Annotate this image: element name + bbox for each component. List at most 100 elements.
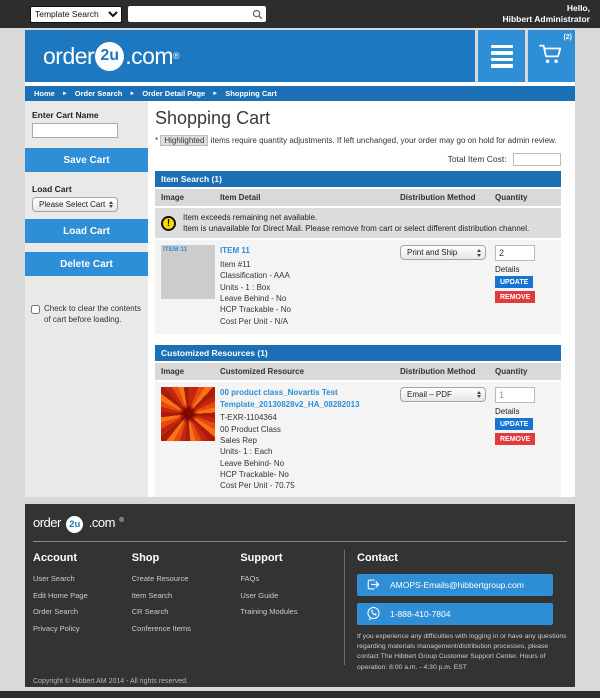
- site-header: order 2u .com ® (2): [25, 30, 575, 82]
- resource-update-button[interactable]: UPDATE: [495, 418, 533, 430]
- menu-button[interactable]: [478, 30, 525, 82]
- cart-count-badge: (2): [563, 34, 572, 41]
- item-detail-line: Units - 1 : Box: [220, 282, 400, 293]
- save-cart-button[interactable]: Save Cart: [25, 148, 148, 172]
- breadcrumb-order-search[interactable]: Order Search: [75, 89, 123, 98]
- logo-text-order: order: [43, 43, 94, 70]
- footer-link-edit-home-page[interactable]: Edit Home Page: [33, 591, 132, 600]
- footer-link-user-guide[interactable]: User Guide: [240, 591, 344, 600]
- footer-link-order-search[interactable]: Order Search: [33, 607, 132, 616]
- customized-resources-section-header: Customized Resources (1): [155, 345, 561, 361]
- footer-link-create-resource[interactable]: Create Resource: [132, 574, 241, 583]
- item-title-link[interactable]: ITEM 11: [220, 245, 400, 257]
- note-asterisk: *: [155, 136, 158, 145]
- load-cart-label: Load Cart: [32, 184, 141, 194]
- item-detail-line: HCP Trackable - No: [220, 304, 400, 315]
- footer-shop-column: Shop Create Resource Item Search CR Sear…: [132, 550, 241, 673]
- footer-link-privacy-policy[interactable]: Privacy Policy: [33, 624, 132, 633]
- phone-icon: [366, 606, 381, 623]
- load-cart-select[interactable]: Please Select Cart: [32, 197, 118, 212]
- highlighted-tag: Highlighted: [160, 135, 208, 146]
- resource-details-link[interactable]: Details: [495, 407, 555, 416]
- footer-heading-account: Account: [33, 552, 132, 564]
- item-search-column-headers: Image Item Detail Distribution Method Qu…: [155, 189, 561, 206]
- resource-detail-line: Units- 1 : Each: [220, 446, 400, 457]
- item-detail-line: Leave Behind - No: [220, 293, 400, 304]
- item-detail-line: Cost Per Unit - N/A: [220, 316, 400, 327]
- footer-link-faqs[interactable]: FAQs: [240, 574, 344, 583]
- col-distribution-method: Distribution Method: [400, 193, 495, 202]
- cart-button[interactable]: (2): [528, 30, 575, 82]
- footer-support-column: Support FAQs User Guide Training Modules: [240, 550, 344, 673]
- breadcrumb-home[interactable]: Home: [34, 89, 55, 98]
- item-warning-banner: ! Item exceeds remaining net available. …: [155, 208, 561, 238]
- footer-logo-text-order: order: [33, 515, 61, 530]
- resource-thumbnail-image[interactable]: [161, 387, 215, 441]
- breadcrumb-shopping-cart: Shopping Cart: [225, 89, 277, 98]
- footer-link-training-modules[interactable]: Training Modules: [240, 607, 344, 616]
- select-arrows-icon: [477, 391, 481, 399]
- greeting-hello: Hello,: [502, 3, 590, 14]
- footer-link-conference-items[interactable]: Conference Items: [132, 624, 241, 633]
- search-icon[interactable]: [252, 9, 263, 20]
- clear-cart-checkbox-label: Check to clear the contents of cart befo…: [44, 304, 142, 326]
- item-quantity-input[interactable]: [495, 245, 535, 261]
- item-detail-line: Classification - AAA: [220, 270, 400, 281]
- top-utility-bar: Template Search Hello, Hibbert Administr…: [0, 0, 600, 28]
- highlight-note: * Highlighted items require quantity adj…: [155, 136, 561, 145]
- greeting-username: Hibbert Administrator: [502, 14, 590, 25]
- delete-cart-button[interactable]: Delete Cart: [25, 252, 148, 276]
- breadcrumb-arrow-icon: ►: [212, 91, 218, 97]
- cart-name-label: Enter Cart Name: [32, 110, 141, 120]
- contact-phone-text: 1-888-410-7804: [390, 609, 451, 619]
- contact-email-button[interactable]: AMOPS-Emails@hibbertgroup.com: [357, 574, 553, 596]
- total-cost-label: Total Item Cost:: [448, 154, 507, 164]
- search-input[interactable]: [128, 9, 252, 19]
- col-quantity: Quantity: [495, 193, 555, 202]
- footer-logo[interactable]: order 2u .com ®: [33, 510, 567, 535]
- breadcrumb-order-detail-page[interactable]: Order Detail Page: [142, 89, 205, 98]
- clear-cart-checkbox[interactable]: [31, 305, 40, 314]
- contact-email-text: AMOPS-Emails@hibbertgroup.com: [390, 580, 524, 590]
- contact-phone-button[interactable]: 1-888-410-7804: [357, 603, 553, 625]
- col-quantity: Quantity: [495, 367, 555, 376]
- col-distribution-method: Distribution Method: [400, 367, 495, 376]
- resource-detail-line: Sales Rep: [220, 435, 400, 446]
- resource-quantity-input[interactable]: [495, 387, 535, 403]
- resource-remove-button[interactable]: REMOVE: [495, 433, 535, 445]
- select-arrows-icon: [109, 201, 113, 209]
- site-logo[interactable]: order 2u .com ®: [25, 30, 475, 82]
- footer-account-column: Account User Search Edit Home Page Order…: [33, 550, 132, 673]
- footer-heading-contact: Contact: [357, 552, 567, 564]
- total-cost-input[interactable]: [513, 153, 561, 166]
- warning-line-1: Item exceeds remaining net available.: [183, 212, 529, 223]
- footer-vertical-divider: [344, 550, 345, 665]
- item-details-link[interactable]: Details: [495, 265, 555, 274]
- resource-distribution-value: Email – PDF: [407, 390, 452, 399]
- resource-detail-line: Leave Behind- No: [220, 458, 400, 469]
- resource-title-link-line2[interactable]: Template_20130828v2_HA_08282013: [220, 399, 400, 411]
- item-remove-button[interactable]: REMOVE: [495, 291, 535, 303]
- cart-sidebar: Enter Cart Name Save Cart Load Cart Plea…: [25, 101, 148, 497]
- footer-link-item-search[interactable]: Item Search: [132, 591, 241, 600]
- load-cart-button[interactable]: Load Cart: [25, 219, 148, 243]
- customized-resources-section: Customized Resources (1) Image Customize…: [155, 345, 561, 497]
- footer-logo-text-com: .com: [89, 515, 115, 530]
- copyright-text: Copyright © Hibbert AM 2014 - All rights…: [33, 673, 567, 691]
- cart-name-input[interactable]: [32, 123, 118, 138]
- resource-distribution-select[interactable]: Email – PDF: [400, 387, 486, 402]
- resource-title-link[interactable]: 00 product class_Novartis Test: [220, 387, 400, 399]
- item-row: ITEM 11 ITEM 11 Item #11 Classification …: [155, 240, 561, 334]
- footer-link-cr-search[interactable]: CR Search: [132, 607, 241, 616]
- select-arrows-icon: [477, 249, 481, 257]
- page-title: Shopping Cart: [155, 108, 561, 129]
- col-image: Image: [161, 367, 220, 376]
- search-category-select[interactable]: Template Search: [30, 6, 122, 23]
- hamburger-icon: [491, 42, 513, 71]
- item-image[interactable]: ITEM 11: [161, 245, 215, 299]
- footer-link-user-search[interactable]: User Search: [33, 574, 132, 583]
- item-distribution-select[interactable]: Print and Ship: [400, 245, 486, 260]
- item-update-button[interactable]: UPDATE: [495, 276, 533, 288]
- cart-icon: [538, 42, 565, 71]
- customized-resource-row: 00 product class_Novartis Test Template_…: [155, 382, 561, 497]
